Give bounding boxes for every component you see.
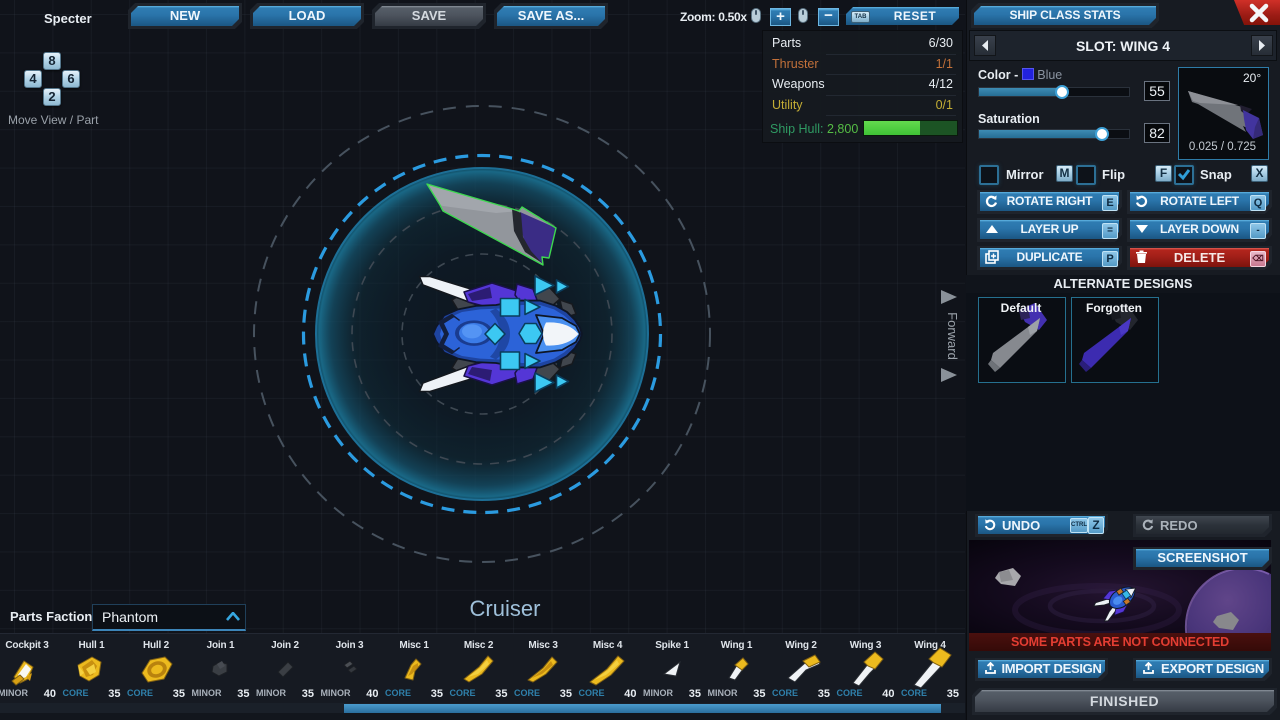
svg-text:Forward: Forward <box>945 312 960 360</box>
